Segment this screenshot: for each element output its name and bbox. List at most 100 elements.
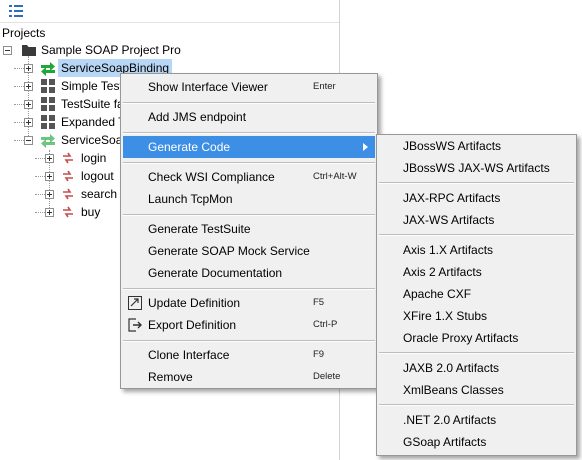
expand-toggle[interactable]	[45, 154, 54, 163]
menu-item-label: Update Definition	[148, 296, 241, 310]
collapse-toggle[interactable]	[3, 46, 12, 55]
submenu-item-oracle-proxy-artifacts[interactable]: Oracle Proxy Artifacts	[379, 327, 574, 349]
menu-item-show-interface-viewer[interactable]: Show Interface Viewer Enter	[123, 76, 375, 98]
context-menu: Show Interface Viewer Enter Add JMS endp…	[120, 73, 378, 389]
menu-item-launch-tcpmon[interactable]: Launch TcpMon	[123, 188, 375, 210]
menu-item-label: Axis 2 Artifacts	[403, 265, 482, 279]
menu-separator	[123, 132, 375, 134]
testsuite-icon	[41, 115, 55, 129]
menu-item-label: GSoap Artifacts	[403, 435, 487, 449]
menu-item-label: Clone Interface	[148, 348, 230, 362]
menu-separator	[379, 234, 574, 236]
expand-toggle[interactable]	[24, 82, 33, 91]
submenu-item-gsoap-artifacts[interactable]: GSoap Artifacts	[379, 431, 574, 453]
operation-icon	[63, 170, 73, 182]
menu-item-label: JAX-WS Artifacts	[403, 213, 495, 227]
menu-item-update-definition[interactable]: Update Definition F5	[123, 292, 375, 314]
menu-item-label: JAXB 2.0 Artifacts	[403, 361, 500, 375]
menu-item-label: Oracle Proxy Artifacts	[403, 331, 519, 345]
tree-item-label: search	[81, 187, 118, 201]
submenu-item-axis1-artifacts[interactable]: Axis 1.X Artifacts	[379, 239, 574, 261]
expand-toggle[interactable]	[45, 208, 54, 217]
expand-toggle[interactable]	[45, 172, 54, 181]
expand-toggle[interactable]	[24, 64, 33, 73]
menu-item-label: Apache CXF	[403, 287, 472, 301]
testsuite-icon	[41, 79, 55, 93]
menu-item-label: Generate Code	[148, 140, 231, 154]
tree-item-servicesoap[interactable]: ServiceSoap	[0, 131, 129, 149]
menu-item-generate-soap-mock-service[interactable]: Generate SOAP Mock Service	[123, 240, 375, 262]
submenu-item-jaxrpc-artifacts[interactable]: JAX-RPC Artifacts	[379, 187, 574, 209]
menu-separator	[123, 214, 375, 216]
expand-toggle[interactable]	[24, 100, 33, 109]
tree-operation-logout[interactable]: logout	[0, 167, 120, 185]
menu-item-label: JBossWS Artifacts	[403, 139, 502, 153]
submenu-item-xmlbeans-classes[interactable]: XmlBeans Classes	[379, 379, 574, 401]
submenu-item-xfire-stubs[interactable]: XFire 1.X Stubs	[379, 305, 574, 327]
menu-item-label: Generate Documentation	[148, 266, 283, 280]
tree-item-expanded[interactable]: Expanded T	[0, 113, 126, 131]
tree-item-label: TestSuite fa	[61, 97, 124, 111]
menu-item-label: Axis 1.X Artifacts	[403, 243, 494, 257]
navigator-toolbar	[0, 0, 339, 23]
menu-item-label: JBossWS JAX-WS Artifacts	[403, 161, 550, 175]
submenu-item-jaxws-artifacts[interactable]: JAX-WS Artifacts	[379, 209, 574, 231]
menu-item-remove[interactable]: Remove Delete	[123, 366, 375, 388]
menu-separator	[123, 288, 375, 290]
menu-item-label: Export Definition	[148, 318, 237, 332]
menu-item-generate-code[interactable]: Generate Code	[123, 136, 375, 158]
operation-icon	[63, 206, 73, 218]
menu-item-label: Generate SOAP Mock Service	[148, 244, 310, 258]
submenu-item-apache-cxf[interactable]: Apache CXF	[379, 283, 574, 305]
tree-view-icon[interactable]	[9, 5, 23, 17]
tree-item-simple-test[interactable]: Simple Test	[0, 77, 123, 95]
menu-separator	[123, 102, 375, 104]
operation-icon	[63, 188, 73, 200]
export-icon	[128, 318, 142, 332]
menu-shortcut: Delete	[313, 371, 341, 382]
expand-toggle[interactable]	[24, 118, 33, 127]
tree-item-testsuite[interactable]: TestSuite fa	[0, 95, 124, 113]
submenu-item-dotnet-artifacts[interactable]: .NET 2.0 Artifacts	[379, 409, 574, 431]
tree-item-label: ServiceSoap	[61, 133, 130, 147]
menu-item-generate-documentation[interactable]: Generate Documentation	[123, 262, 375, 284]
menu-item-label: Launch TcpMon	[148, 192, 233, 206]
menu-item-label: Generate TestSuite	[148, 222, 251, 236]
tree-project-row[interactable]: Sample SOAP Project Pro	[0, 41, 300, 59]
menu-shortcut: Ctrl+Alt-W	[313, 171, 357, 182]
generate-code-submenu: JBossWS Artifacts JBossWS JAX-WS Artifac…	[376, 134, 577, 456]
tree-operation-buy[interactable]: buy	[0, 203, 120, 221]
panel-title: Projects	[2, 26, 46, 40]
menu-item-label: JAX-RPC Artifacts	[403, 191, 501, 205]
menu-shortcut: F5	[313, 297, 325, 308]
interface-icon	[41, 134, 55, 148]
project-name: Sample SOAP Project Pro	[41, 43, 181, 57]
operation-icon	[63, 152, 73, 164]
interface-icon	[41, 62, 55, 76]
menu-item-check-wsi-compliance[interactable]: Check WSI Compliance Ctrl+Alt-W	[123, 166, 375, 188]
tree-item-label: Simple Test	[61, 79, 123, 93]
tree-item-label: Expanded T	[61, 115, 126, 129]
menu-item-clone-interface[interactable]: Clone Interface F9	[123, 344, 375, 366]
menu-item-add-jms-endpoint[interactable]: Add JMS endpoint	[123, 106, 375, 128]
tree-operation-login[interactable]: login	[0, 149, 120, 167]
menu-shortcut: F9	[313, 349, 325, 360]
submenu-item-jaxb-artifacts[interactable]: JAXB 2.0 Artifacts	[379, 357, 574, 379]
tree-operation-search[interactable]: search	[0, 185, 120, 203]
menu-item-label: Remove	[148, 370, 193, 384]
submenu-item-jbossws-jaxws-artifacts[interactable]: JBossWS JAX-WS Artifacts	[379, 157, 574, 179]
menu-item-generate-testsuite[interactable]: Generate TestSuite	[123, 218, 375, 240]
submenu-item-axis2-artifacts[interactable]: Axis 2 Artifacts	[379, 261, 574, 283]
folder-icon	[22, 45, 36, 56]
collapse-toggle[interactable]	[24, 136, 33, 145]
tree-item-label: login	[81, 151, 107, 165]
expand-toggle[interactable]	[45, 190, 54, 199]
menu-separator	[379, 404, 574, 406]
menu-item-export-definition[interactable]: Export Definition Ctrl-P	[123, 314, 375, 336]
submenu-arrow-icon	[363, 143, 368, 151]
menu-separator	[123, 340, 375, 342]
submenu-item-jbossws-artifacts[interactable]: JBossWS Artifacts	[379, 135, 574, 157]
update-icon	[128, 296, 142, 310]
testsuite-icon	[41, 97, 55, 111]
tree-item-label: logout	[81, 169, 114, 183]
